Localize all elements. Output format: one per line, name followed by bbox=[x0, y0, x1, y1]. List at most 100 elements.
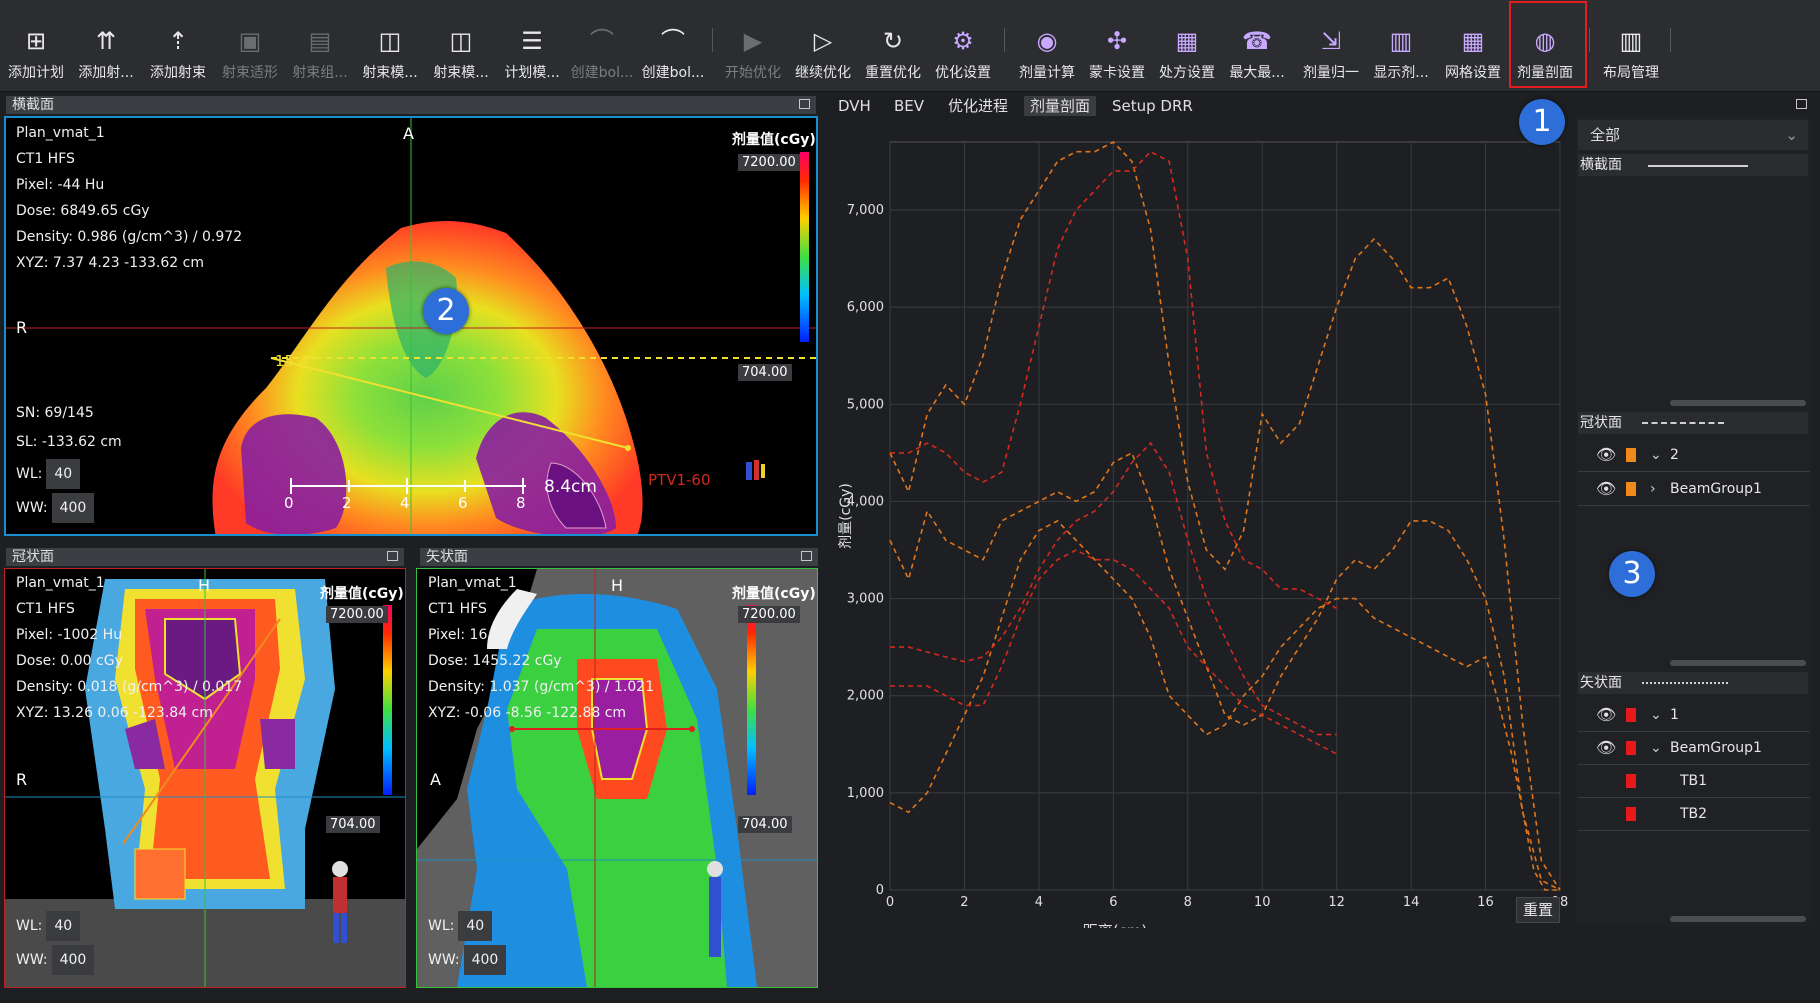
beam-conform-icon: ▣ bbox=[238, 27, 262, 55]
toolbar-button-add-beam-2[interactable]: ⇡ 添加射束 bbox=[144, 20, 212, 84]
y-tick-label: 2,000 bbox=[847, 689, 884, 704]
reset-button[interactable]: 重置 bbox=[1516, 897, 1560, 923]
toolbar-button-reset-optimize[interactable]: ↻ 重置优化 bbox=[859, 20, 927, 84]
tree-row[interactable]: 👁 › BeamGroup1 bbox=[1578, 472, 1810, 506]
reset-optimize-icon: ↻ bbox=[882, 27, 904, 55]
chevron-down-icon[interactable]: ⌄ bbox=[1650, 698, 1662, 732]
toolbar-button-monte-carlo[interactable]: ✣ 蒙卡设置 bbox=[1083, 20, 1151, 84]
x-tick-label: 4 bbox=[1035, 895, 1043, 910]
eye-icon[interactable]: 👁 bbox=[1596, 698, 1616, 732]
coronal-dose: Dose: 0.00 cGy bbox=[16, 653, 123, 669]
toolbar-button-start-optimize[interactable]: ▶ 开始优化 bbox=[719, 20, 787, 84]
coronal-maximize-icon[interactable] bbox=[387, 551, 398, 561]
tab-4[interactable]: Setup DRR bbox=[1106, 96, 1199, 116]
add-beam-2-icon: ⇡ bbox=[167, 27, 189, 55]
chevron-right-icon[interactable]: › bbox=[1650, 472, 1656, 506]
sagittal-ww-label: WW: bbox=[428, 952, 460, 968]
tree-row[interactable]: TB2 bbox=[1578, 797, 1810, 831]
tree-row[interactable]: 👁 ⌄ BeamGroup1 bbox=[1578, 731, 1810, 765]
toolbar-button-add-plan[interactable]: ⊞ 添加计划 bbox=[2, 20, 70, 84]
eye-icon[interactable]: 👁 bbox=[1596, 438, 1616, 472]
toolbar-button-grid-settings[interactable]: ▦ 网格设置 bbox=[1439, 20, 1507, 84]
tree-row[interactable]: 👁 ⌄ 1 bbox=[1578, 698, 1810, 732]
axial-ww-value[interactable]: 400 bbox=[51, 493, 95, 523]
scrollbar[interactable] bbox=[1670, 916, 1806, 922]
tree-row-label: 2 bbox=[1670, 447, 1679, 463]
sagittal-wl-value[interactable]: 40 bbox=[458, 911, 493, 941]
axial-maximize-icon[interactable] bbox=[799, 99, 810, 109]
add-beam-icon: ⇈ bbox=[95, 27, 117, 55]
toolbar-button-plan-template[interactable]: ☰ 计划模... bbox=[498, 20, 566, 84]
coronal-ww-value[interactable]: 400 bbox=[51, 945, 95, 975]
toolbar-button-beam-group[interactable]: ▤ 射束组... bbox=[286, 20, 354, 84]
x-tick-label: 2 bbox=[960, 895, 968, 910]
tree-row-label: TB1 bbox=[1680, 773, 1708, 789]
x-axis-label: 距离(cm) bbox=[1083, 922, 1148, 928]
toolbar-button-beam-conform[interactable]: ▣ 射束适形 bbox=[216, 20, 284, 84]
eye-icon[interactable]: 👁 bbox=[1596, 472, 1616, 506]
dose-profile-chart[interactable]: 0 2 4 6 8 10 12 14 16 1801,0002,0003,0004,0005,00… bbox=[826, 118, 1572, 928]
toolbar-button-beam-template-2[interactable]: ◫ 射束模... bbox=[427, 20, 495, 84]
scrollbar[interactable] bbox=[1670, 660, 1806, 666]
scrollbar[interactable] bbox=[1670, 400, 1806, 406]
axial-cbar-min: 704.00 bbox=[738, 364, 792, 381]
toolbar-button-label: 开始优化 bbox=[725, 65, 781, 81]
sidebar-sagittal-label: 矢状面 bbox=[1578, 672, 1808, 694]
right-maximize-icon[interactable] bbox=[1796, 99, 1807, 109]
coronal-wl-label: WL: bbox=[16, 918, 43, 934]
toolbar-button-dose-normalize[interactable]: ⇲ 剂量归一 bbox=[1297, 20, 1365, 84]
axial-dir-top: A bbox=[403, 124, 414, 143]
toolbar-button-show-dose[interactable]: ▥ 显示剂... bbox=[1367, 20, 1435, 84]
toolbar-button-dose-calc[interactable]: ◉ 剂量计算 bbox=[1013, 20, 1081, 84]
sagittal-ww-value[interactable]: 400 bbox=[463, 945, 507, 975]
solid-line-legend bbox=[1648, 165, 1748, 167]
dose-profile-icon: ◍ bbox=[1534, 27, 1556, 55]
coronal-header-title: 冠状面 bbox=[12, 549, 54, 565]
toolbar-button-beam-template[interactable]: ◫ 射束模... bbox=[356, 20, 424, 84]
tree-row[interactable]: 👁 ⌄ 2 bbox=[1578, 438, 1810, 472]
tab-0[interactable]: DVH bbox=[832, 96, 877, 116]
toolbar-button-max-min[interactable]: ☎ 最大最... bbox=[1223, 20, 1291, 84]
y-axis-label: 剂量(cGy) bbox=[838, 483, 854, 549]
axial-sl: SL: -133.62 cm bbox=[16, 434, 122, 450]
continue-optimize-icon: ▷ bbox=[813, 27, 833, 55]
toolbar-button-label: 处方设置 bbox=[1159, 65, 1215, 81]
toolbar-button-layout[interactable]: ▥ 布局管理 bbox=[1597, 20, 1665, 84]
sagittal-header: 矢状面 bbox=[420, 548, 818, 566]
toolbar-button-label: 网格设置 bbox=[1445, 65, 1501, 81]
toolbar-button-dose-profile[interactable]: ◍ 剂量剖面 bbox=[1511, 20, 1579, 84]
filter-dropdown[interactable]: 全部 ⌄ bbox=[1578, 120, 1808, 150]
axial-header-title: 横截面 bbox=[12, 97, 54, 113]
tab-1[interactable]: BEV bbox=[888, 96, 930, 116]
sagittal-xyz: XYZ: -0.06 -8.56 -122.88 cm bbox=[428, 705, 627, 721]
toolbar-button-create-bolus[interactable]: ⌒ 创建bol... bbox=[568, 20, 636, 84]
toolbar-button-add-beam[interactable]: ⇈ 添加射... bbox=[72, 20, 140, 84]
tab-2[interactable]: 优化进程 bbox=[942, 96, 1014, 116]
sidebar-sagittal-text: 矢状面 bbox=[1580, 675, 1622, 691]
x-tick-label: 12 bbox=[1328, 895, 1345, 910]
toolbar-button-label: 射束模... bbox=[362, 65, 418, 81]
toolbar-button-prescription[interactable]: ▦ 处方设置 bbox=[1153, 20, 1221, 84]
tab-3[interactable]: 剂量剖面 bbox=[1024, 96, 1097, 116]
eye-icon[interactable]: 👁 bbox=[1596, 731, 1616, 765]
sagittal-dose: Dose: 1455.22 cGy bbox=[428, 653, 562, 669]
coronal-cbar-max: 7200.00 bbox=[326, 606, 388, 623]
axial-density: Density: 0.986 (g/cm^3) / 0.972 bbox=[16, 229, 243, 245]
axial-wl-value[interactable]: 40 bbox=[46, 459, 81, 489]
coronal-wl-value[interactable]: 40 bbox=[46, 911, 81, 941]
sagittal-wl-label: WL: bbox=[428, 918, 455, 934]
ruler-tick-label: 0 bbox=[284, 494, 294, 512]
toolbar-button-optimize-settings[interactable]: ⚙ 优化设置 bbox=[929, 20, 997, 84]
toolbar-button-label: 添加射... bbox=[78, 65, 134, 81]
sagittal-maximize-icon[interactable] bbox=[801, 551, 812, 561]
color-swatch bbox=[1626, 482, 1636, 496]
toolbar-button-label: 射束组... bbox=[292, 65, 348, 81]
chevron-down-icon[interactable]: ⌄ bbox=[1650, 731, 1662, 765]
x-tick-label: 8 bbox=[1184, 895, 1192, 910]
toolbar-button-create-bolus-2[interactable]: ⌒ 创建bol... bbox=[639, 20, 707, 84]
sidebar-axial-text: 横截面 bbox=[1580, 157, 1622, 173]
toolbar-button-continue-optimize[interactable]: ▷ 继续优化 bbox=[789, 20, 857, 84]
axial-dose: Dose: 6849.65 cGy bbox=[16, 203, 150, 219]
tree-row[interactable]: TB1 bbox=[1578, 764, 1810, 798]
chevron-down-icon[interactable]: ⌄ bbox=[1650, 438, 1662, 472]
